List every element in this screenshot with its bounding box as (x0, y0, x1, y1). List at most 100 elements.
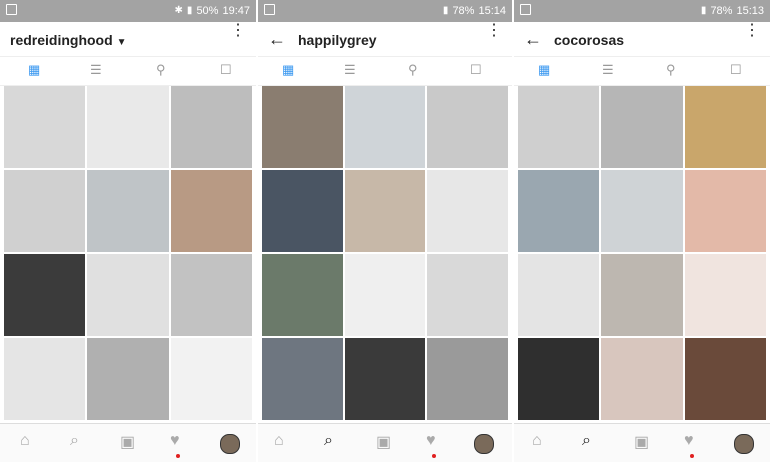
search-icon[interactable]: ⌕ (324, 432, 333, 450)
notification-dot (176, 454, 180, 458)
battery-level: 78% (452, 4, 475, 17)
notification-dot (690, 454, 694, 458)
photo-thumbnail[interactable] (684, 170, 766, 252)
search-icon[interactable]: ⌕ (70, 432, 79, 450)
screen-3: ▮ 78% 15:13 ← cocorosas ⋮ ▦ ☰ ⚲ ☐ ⌂ ⌕ ▣ … (514, 0, 770, 462)
bluetooth-icon: ✱ (174, 5, 183, 16)
photo-thumbnail[interactable] (518, 170, 600, 252)
grid-icon[interactable]: ▦ (282, 62, 294, 78)
photo-thumbnail[interactable] (344, 338, 426, 420)
home-icon[interactable]: ⌂ (20, 432, 30, 450)
screen-2: ▮ 78% 15:14 ← happilygrey ⋮ ▦ ☰ ⚲ ☐ ⌂ ⌕ … (258, 0, 512, 462)
chevron-down-icon: ▼ (116, 37, 127, 48)
clock: 19:47 (222, 4, 250, 17)
notification-icon (264, 4, 275, 15)
photo-thumbnail[interactable] (427, 254, 508, 336)
clock: 15:13 (736, 4, 764, 17)
photo-thumbnail[interactable] (601, 254, 683, 336)
photo-thumbnail[interactable] (87, 170, 169, 252)
signal-icon: ▮ (186, 5, 193, 16)
list-icon[interactable]: ☰ (90, 62, 102, 78)
photo-thumbnail[interactable] (87, 254, 169, 336)
photo-thumbnail[interactable] (684, 86, 766, 168)
photo-thumbnail[interactable] (684, 338, 766, 420)
photo-thumbnail[interactable] (4, 170, 86, 252)
more-options-icon[interactable]: ⋮ (744, 23, 760, 39)
photo-thumbnail[interactable] (518, 254, 600, 336)
photo-grid (4, 86, 252, 420)
list-icon[interactable]: ☰ (344, 62, 356, 78)
tagged-icon[interactable]: ☐ (470, 62, 482, 78)
photo-thumbnail[interactable] (684, 254, 766, 336)
back-arrow-icon[interactable]: ← (524, 29, 542, 50)
profile-header: ← cocorosas ⋮ (514, 22, 770, 57)
photo-thumbnail[interactable] (427, 338, 508, 420)
avatar (474, 434, 494, 454)
photo-thumbnail[interactable] (170, 86, 252, 168)
view-tabs: ▦ ☰ ⚲ ☐ (0, 57, 256, 86)
username: redreidinghood (10, 32, 113, 48)
photo-thumbnail[interactable] (4, 86, 86, 168)
list-icon[interactable]: ☰ (602, 62, 614, 78)
grid-icon[interactable]: ▦ (28, 62, 40, 78)
tagged-icon[interactable]: ☐ (730, 62, 742, 78)
notification-dot (432, 454, 436, 458)
more-options-icon[interactable]: ⋮ (230, 23, 246, 39)
view-tabs: ▦ ☰ ⚲ ☐ (514, 57, 770, 86)
status-bar: ✱ ▮ 50% 19:47 (0, 0, 256, 22)
photo-thumbnail[interactable] (262, 254, 343, 336)
photo-thumbnail[interactable] (427, 86, 508, 168)
photo-grid (262, 86, 508, 420)
camera-icon[interactable]: ▣ (634, 432, 649, 452)
avatar (220, 434, 240, 454)
bottom-nav: ⌂ ⌕ ▣ ♥ (258, 423, 512, 462)
back-arrow-icon[interactable]: ← (268, 29, 286, 50)
status-bar: ▮ 78% 15:14 (258, 0, 512, 22)
search-icon[interactable]: ⌕ (582, 432, 591, 450)
more-options-icon[interactable]: ⋮ (486, 23, 502, 39)
home-icon[interactable]: ⌂ (532, 432, 542, 450)
heart-icon[interactable]: ♥ (170, 432, 180, 450)
photo-thumbnail[interactable] (518, 86, 600, 168)
battery-level: 78% (710, 4, 733, 17)
photo-thumbnail[interactable] (344, 254, 426, 336)
photo-thumbnail[interactable] (344, 170, 426, 252)
photo-thumbnail[interactable] (87, 338, 169, 420)
profile-icon[interactable] (734, 434, 754, 459)
location-icon[interactable]: ⚲ (408, 62, 418, 78)
camera-icon[interactable]: ▣ (376, 432, 391, 452)
photo-thumbnail[interactable] (262, 86, 343, 168)
photo-thumbnail[interactable] (262, 170, 343, 252)
photo-thumbnail[interactable] (170, 170, 252, 252)
bottom-nav: ⌂ ⌕ ▣ ♥ (0, 423, 256, 462)
username: happilygrey (298, 32, 377, 48)
photo-thumbnail[interactable] (170, 254, 252, 336)
photo-thumbnail[interactable] (262, 338, 343, 420)
screen-1: ✱ ▮ 50% 19:47 redreidinghood ▼ ⋮ ▦ ☰ ⚲ ☐ … (0, 0, 256, 462)
heart-icon[interactable]: ♥ (684, 432, 694, 450)
heart-icon[interactable]: ♥ (426, 432, 436, 450)
bottom-nav: ⌂ ⌕ ▣ ♥ (514, 423, 770, 462)
tagged-icon[interactable]: ☐ (220, 62, 232, 78)
photo-grid (518, 86, 766, 420)
photo-thumbnail[interactable] (601, 170, 683, 252)
username: cocorosas (554, 32, 625, 48)
profile-icon[interactable] (220, 434, 240, 459)
battery-level: 50% (196, 4, 219, 17)
photo-thumbnail[interactable] (601, 86, 683, 168)
camera-icon[interactable]: ▣ (120, 432, 135, 452)
photo-thumbnail[interactable] (601, 338, 683, 420)
photo-thumbnail[interactable] (4, 254, 86, 336)
photo-thumbnail[interactable] (427, 170, 508, 252)
home-icon[interactable]: ⌂ (274, 432, 284, 450)
photo-thumbnail[interactable] (344, 86, 426, 168)
photo-thumbnail[interactable] (170, 338, 252, 420)
photo-thumbnail[interactable] (518, 338, 600, 420)
photo-thumbnail[interactable] (87, 86, 169, 168)
location-icon[interactable]: ⚲ (666, 62, 676, 78)
profile-icon[interactable] (474, 434, 494, 459)
grid-icon[interactable]: ▦ (538, 62, 550, 78)
location-icon[interactable]: ⚲ (156, 62, 166, 78)
username-switcher[interactable]: redreidinghood ▼ (10, 32, 127, 48)
photo-thumbnail[interactable] (4, 338, 86, 420)
